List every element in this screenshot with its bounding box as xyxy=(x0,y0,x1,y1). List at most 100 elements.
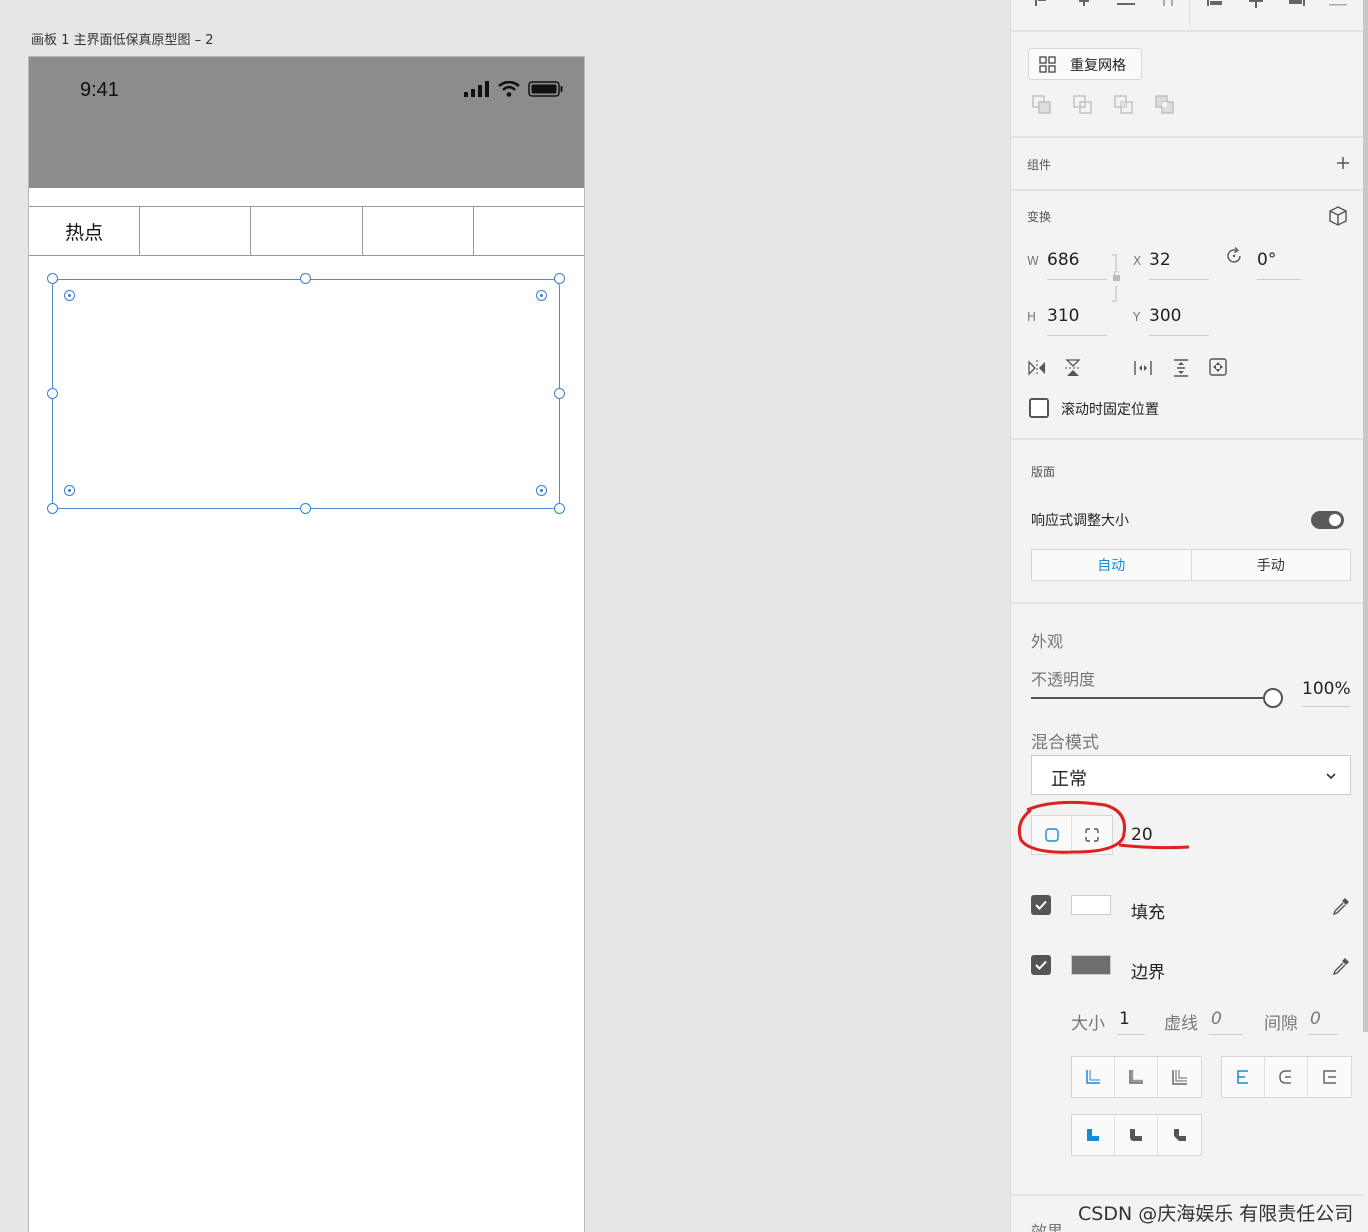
opacity-slider-knob[interactable] xyxy=(1263,688,1283,708)
align-bottom-icon[interactable] xyxy=(1285,0,1307,8)
align-right-icon[interactable] xyxy=(1115,0,1137,8)
distribute-v-icon[interactable] xyxy=(1327,0,1349,8)
divider xyxy=(1011,189,1363,191)
status-bar: 9:41 xyxy=(29,57,584,188)
tab-3[interactable] xyxy=(251,207,363,255)
fit-content-icon[interactable] xyxy=(1208,357,1228,377)
opacity-underline xyxy=(1302,706,1350,707)
boolean-subtract-icon[interactable] xyxy=(1073,95,1093,115)
stroke-size-input[interactable]: 1 xyxy=(1119,1009,1130,1029)
resize-handle-tl[interactable] xyxy=(47,273,58,284)
join-bevel-button[interactable] xyxy=(1158,1115,1201,1155)
add-icon[interactable] xyxy=(1336,156,1350,170)
join-round-button[interactable] xyxy=(1115,1115,1158,1155)
stroke-outer-icon xyxy=(1171,1070,1187,1085)
responsive-resize-toggle[interactable] xyxy=(1311,511,1344,529)
resize-handle-b[interactable] xyxy=(300,503,311,514)
rotate-icon xyxy=(1227,247,1241,263)
mode-manual-button[interactable]: 手动 xyxy=(1192,550,1351,580)
artboard[interactable]: 9:41 热点 xyxy=(28,56,585,1232)
rotation-input[interactable]: 0° xyxy=(1257,250,1276,270)
border-color-swatch[interactable] xyxy=(1071,955,1111,975)
corner-radius-input[interactable]: 20 xyxy=(1131,825,1153,845)
resize-handle-bl[interactable] xyxy=(47,503,58,514)
repeat-grid-button[interactable]: 重复网格 xyxy=(1028,48,1142,80)
align-top-icon[interactable] xyxy=(1205,0,1227,8)
stroke-position-group xyxy=(1071,1056,1202,1098)
y-label: Y xyxy=(1133,310,1141,324)
corner-radius-handle-tr[interactable] xyxy=(536,290,547,301)
fill-color-swatch[interactable] xyxy=(1071,895,1111,915)
stroke-outer-button[interactable] xyxy=(1158,1057,1201,1097)
selected-rectangle[interactable] xyxy=(52,279,560,509)
rounded-square-icon xyxy=(1044,828,1059,842)
cap-butt-button[interactable] xyxy=(1222,1057,1265,1097)
component-section-title: 组件 xyxy=(1027,158,1052,172)
height-input[interactable]: 310 xyxy=(1047,306,1079,326)
dash-underline xyxy=(1209,1034,1243,1035)
fix-on-scroll-checkbox[interactable] xyxy=(1029,398,1049,418)
uniform-corner-button[interactable] xyxy=(1032,816,1072,854)
distribute-vertical-icon[interactable] xyxy=(1171,358,1191,378)
check-icon xyxy=(1035,960,1047,970)
resize-handle-tr[interactable] xyxy=(554,273,565,284)
distribute-icon[interactable] xyxy=(1157,0,1179,8)
opacity-input[interactable]: 100% xyxy=(1302,679,1351,699)
battery-icon xyxy=(528,81,563,97)
join-miter-button[interactable] xyxy=(1072,1115,1115,1155)
dash-input[interactable]: 0 xyxy=(1211,1009,1222,1029)
y-input[interactable]: 300 xyxy=(1149,306,1181,326)
signal-icon xyxy=(464,81,489,97)
width-label: W xyxy=(1027,254,1039,268)
wifi-icon xyxy=(498,81,520,97)
mode-auto-button[interactable]: 自动 xyxy=(1032,550,1192,580)
cap-round-button[interactable] xyxy=(1265,1057,1308,1097)
align-left-icon[interactable] xyxy=(1031,0,1053,8)
align-middle-icon[interactable] xyxy=(1245,0,1267,8)
tab-5[interactable] xyxy=(474,207,584,255)
panel-scrollbar[interactable] xyxy=(1363,0,1368,1032)
gap-input[interactable]: 0 xyxy=(1310,1009,1321,1029)
resize-handle-t[interactable] xyxy=(300,273,311,284)
lock-proportions-icon[interactable] xyxy=(1110,254,1124,304)
boolean-exclude-icon[interactable] xyxy=(1155,95,1175,115)
eyedropper-icon[interactable] xyxy=(1331,896,1351,916)
individual-corner-button[interactable] xyxy=(1072,816,1112,854)
x-input[interactable]: 32 xyxy=(1149,250,1171,270)
boolean-add-icon[interactable] xyxy=(1032,95,1052,115)
resize-handle-l[interactable] xyxy=(47,388,58,399)
cap-butt-icon xyxy=(1237,1070,1248,1084)
resize-handle-br[interactable] xyxy=(554,503,565,514)
boolean-intersect-icon[interactable] xyxy=(1114,95,1134,115)
width-underline xyxy=(1047,279,1107,280)
blend-mode-dropdown[interactable]: 正常 xyxy=(1031,755,1351,795)
fill-label: 填充 xyxy=(1131,903,1165,923)
distribute-horizontal-icon[interactable] xyxy=(1133,358,1153,378)
flip-horizontal-icon[interactable] xyxy=(1027,358,1047,378)
flip-vertical-icon[interactable] xyxy=(1063,358,1083,378)
stroke-cap-group xyxy=(1221,1056,1352,1098)
3d-transform-icon[interactable] xyxy=(1328,206,1348,226)
tab-4[interactable] xyxy=(363,207,474,255)
corner-radius-handle-bl[interactable] xyxy=(64,485,75,496)
border-checkbox[interactable] xyxy=(1031,955,1051,975)
cap-round-icon xyxy=(1279,1070,1291,1084)
resize-handle-r[interactable] xyxy=(554,388,565,399)
width-input[interactable]: 686 xyxy=(1047,250,1079,270)
tab-2[interactable] xyxy=(140,207,252,255)
x-underline xyxy=(1149,279,1209,280)
opacity-slider-track[interactable] xyxy=(1031,697,1263,699)
corner-radius-handle-tl[interactable] xyxy=(64,290,75,301)
rotation-underline xyxy=(1257,279,1301,280)
artboard-title[interactable]: 画板 1 主界面低保真原型图 – 2 xyxy=(31,29,214,48)
align-center-h-icon[interactable] xyxy=(1073,0,1095,8)
fill-checkbox[interactable] xyxy=(1031,895,1051,915)
stroke-center-button[interactable] xyxy=(1115,1057,1158,1097)
blend-mode-value: 正常 xyxy=(1051,769,1087,790)
tab-hot[interactable]: 热点 xyxy=(29,207,141,255)
eyedropper-icon[interactable] xyxy=(1331,956,1351,976)
cap-square-button[interactable] xyxy=(1308,1057,1351,1097)
corner-radius-handle-br[interactable] xyxy=(536,485,547,496)
stroke-inner-button[interactable] xyxy=(1072,1057,1115,1097)
chevron-down-icon xyxy=(1326,773,1336,780)
